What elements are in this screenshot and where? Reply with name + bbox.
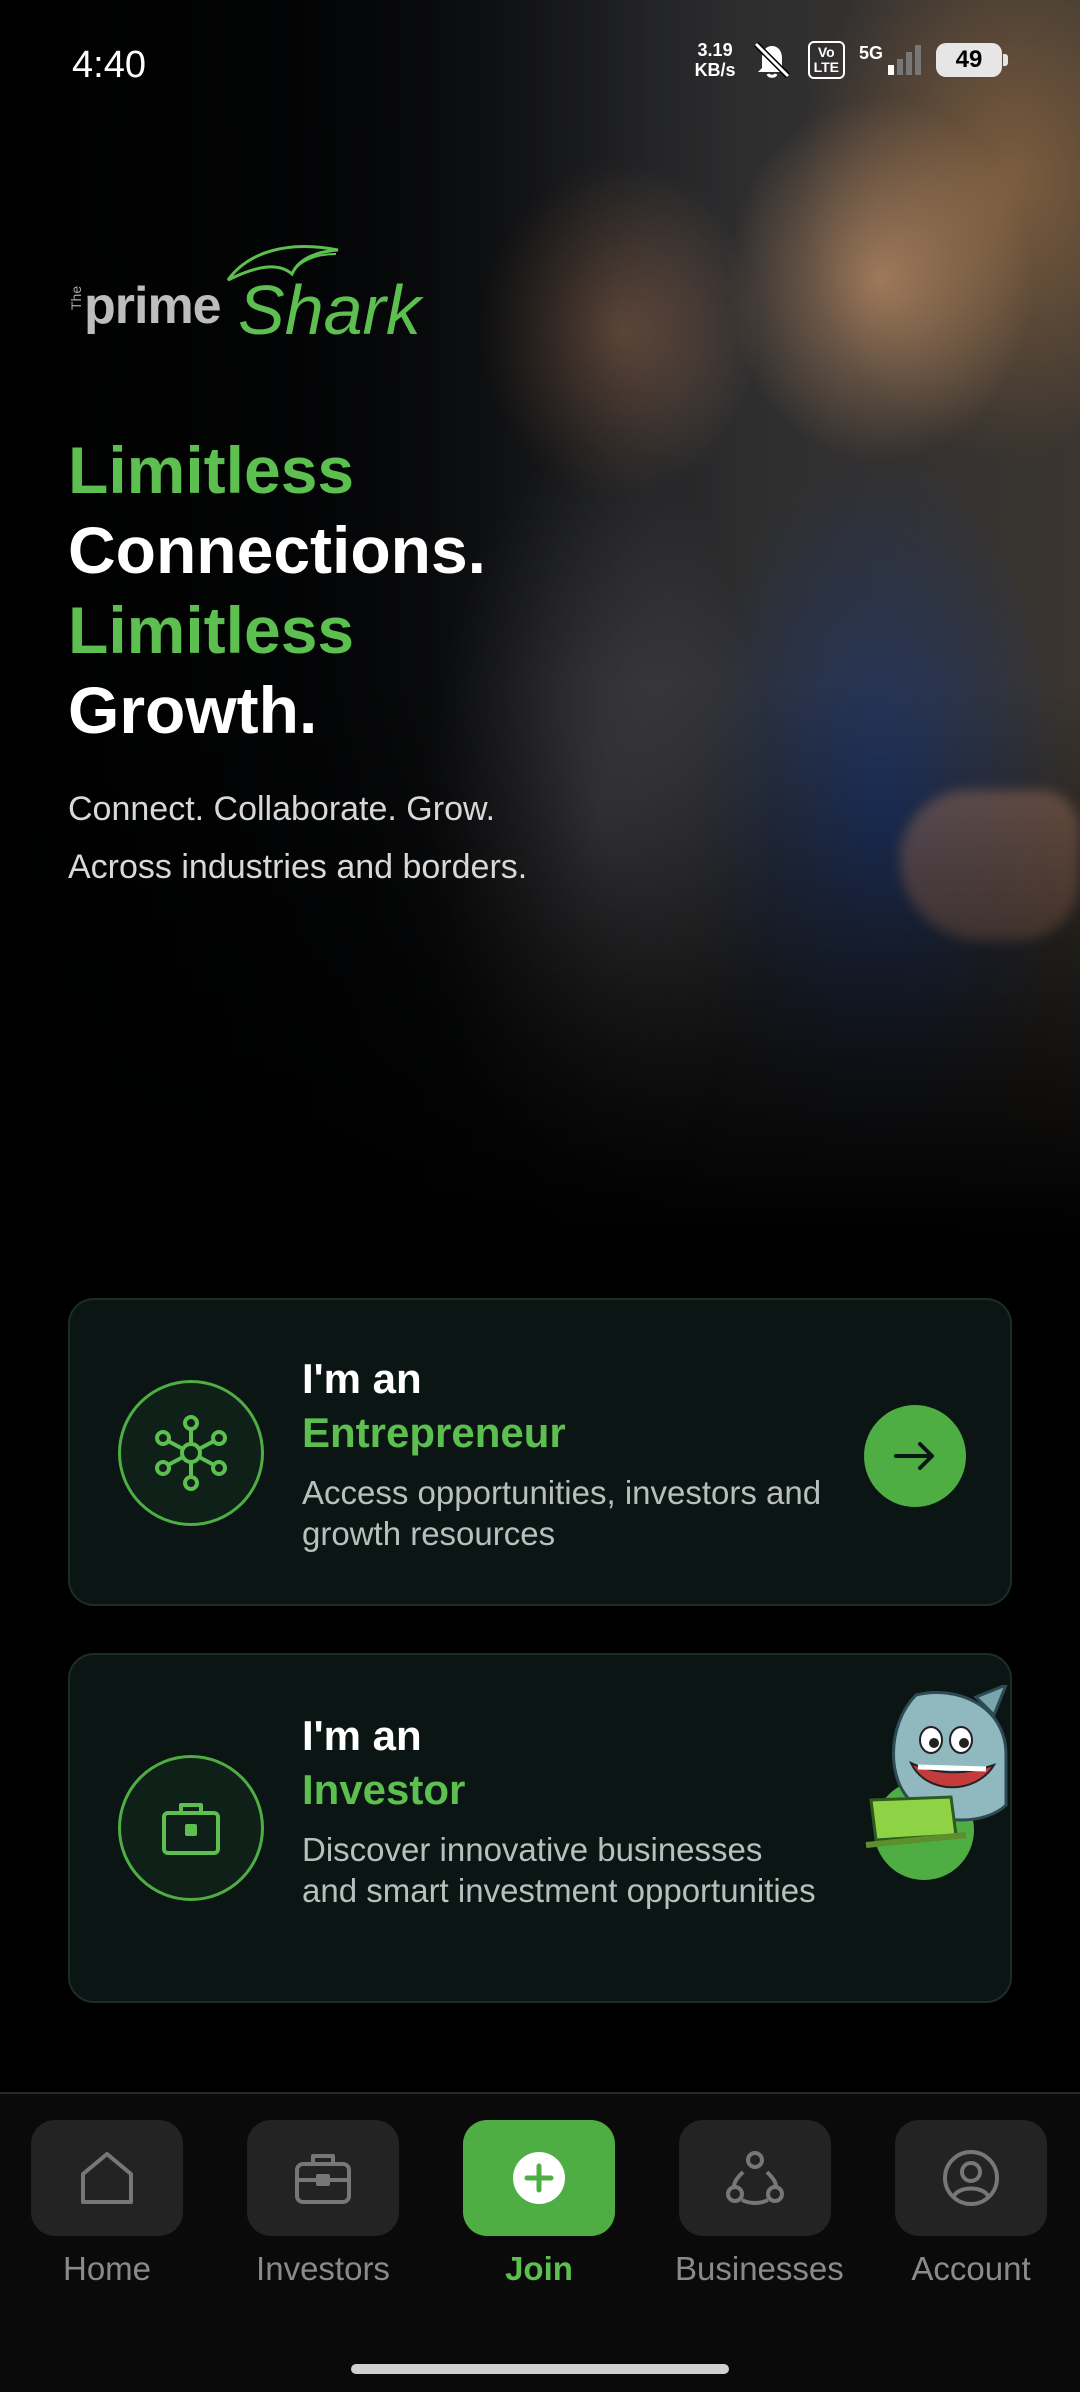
nav-businesses[interactable]: Businesses xyxy=(675,2120,844,2288)
headline-line-4: Growth. xyxy=(68,673,318,747)
headline-line-2: Connections. xyxy=(68,513,487,587)
card-title-role: Investor xyxy=(302,1766,466,1813)
hero-tagline: Connect. Collaborate. Grow. Across indus… xyxy=(68,780,527,896)
bottom-navigation: Home Investors Join Businesses Account xyxy=(0,2092,1080,2392)
nav-businesses-label: Businesses xyxy=(675,2250,844,2287)
logo-shark: Shark xyxy=(238,271,421,349)
net-speed: 3.19 KB/s xyxy=(695,40,736,80)
nav-home[interactable]: Home xyxy=(27,2120,187,2288)
logo-prefix: The xyxy=(68,285,84,310)
app-logo: The prime Shark xyxy=(68,240,468,360)
nav-account-label: Account xyxy=(911,2250,1031,2287)
headline-line-1: Limitless xyxy=(68,433,355,507)
mute-icon xyxy=(753,41,790,79)
nav-join-label: Join xyxy=(505,2250,573,2287)
card-title-role: Entrepreneur xyxy=(302,1409,566,1456)
net-speed-value: 3.19 xyxy=(697,40,733,60)
nav-join[interactable]: Join xyxy=(459,2120,619,2288)
tagline-line-2: Across industries and borders. xyxy=(68,848,528,886)
logo-prime: prime xyxy=(84,277,222,335)
briefcase-icon xyxy=(118,1755,264,1901)
plus-circle-icon xyxy=(463,2120,615,2236)
battery-icon: 49 xyxy=(936,43,1008,77)
nav-investors[interactable]: Investors xyxy=(243,2120,403,2288)
entrepreneur-card[interactable]: I'm an Entrepreneur Access opportunities… xyxy=(68,1298,1012,1606)
volte-badge: Vo LTE xyxy=(807,41,845,79)
net-speed-unit: KB/s xyxy=(694,60,736,80)
headline-line-3: Limitless xyxy=(68,593,355,667)
tagline-line-1: Connect. Collaborate. Grow. xyxy=(68,790,496,828)
home-icon xyxy=(31,2120,183,2236)
network-indicator: 5G xyxy=(859,43,922,77)
user-circle-icon xyxy=(895,2120,1047,2236)
nav-investors-label: Investors xyxy=(256,2250,390,2287)
nav-home-label: Home xyxy=(62,2250,152,2287)
nav-account[interactable]: Account xyxy=(891,2120,1051,2288)
card-description: Discover innovative businesses and smart… xyxy=(302,1831,816,1909)
battery-level: 49 xyxy=(955,46,983,73)
investor-card[interactable]: I'm an Investor Discover innovative busi… xyxy=(68,1653,1012,2003)
status-time: 4:40 xyxy=(72,44,146,86)
shark-mascot[interactable] xyxy=(856,1685,1016,1895)
entrepreneur-card-text: I'm an Entrepreneur Access opportunities… xyxy=(302,1352,822,1554)
network-type: 5G xyxy=(858,43,883,63)
card-description: Access opportunities, investors and grow… xyxy=(302,1474,822,1552)
arrow-right-icon[interactable] xyxy=(864,1405,966,1507)
card-title-prefix: I'm an xyxy=(302,1355,422,1402)
status-icons: 3.19 KB/s Vo LTE 5G 49 xyxy=(695,40,1008,80)
briefcase-icon xyxy=(247,2120,399,2236)
investor-card-text: I'm an Investor Discover innovative busi… xyxy=(302,1709,822,1911)
share-nodes-icon xyxy=(679,2120,831,2236)
signal-icon xyxy=(888,45,921,75)
hero-headline: Limitless Connections. Limitless Growth. xyxy=(68,430,486,750)
card-title-prefix: I'm an xyxy=(302,1712,422,1759)
network-hub-icon xyxy=(118,1380,264,1526)
status-bar: 4:40 3.19 KB/s Vo LTE 5G 49 xyxy=(0,0,1080,130)
home-indicator[interactable] xyxy=(351,2364,729,2374)
hero-banner: The prime Shark Limitless Connections. L… xyxy=(0,0,1080,1240)
